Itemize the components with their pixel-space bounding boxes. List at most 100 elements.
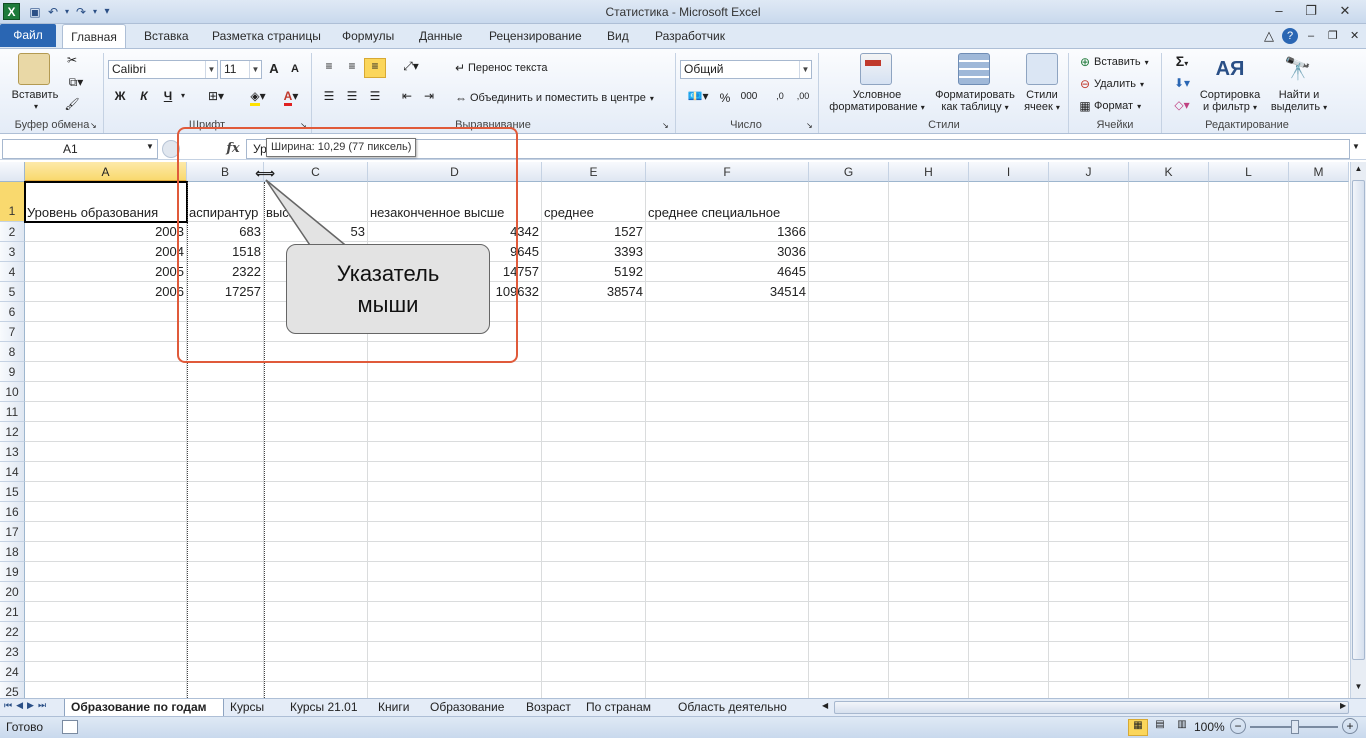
cell[interactable] [542,542,646,562]
cell[interactable] [187,622,264,642]
fill-icon[interactable]: ⬇▾ [1168,76,1196,90]
cell[interactable] [187,562,264,582]
cell[interactable] [542,662,646,682]
cell[interactable] [368,562,542,582]
zoom-in-button[interactable]: + [1342,718,1358,734]
decrease-decimal-button[interactable]: ,00 [792,91,814,101]
cell[interactable] [646,602,809,622]
cell[interactable] [1129,462,1209,482]
cell[interactable] [187,642,264,662]
cell[interactable] [809,422,889,442]
cell[interactable] [264,422,368,442]
cell[interactable] [969,182,1049,222]
zoom-out-button[interactable]: − [1230,718,1246,734]
cell[interactable] [1049,282,1129,302]
cell[interactable] [542,342,646,362]
cell[interactable] [889,462,969,482]
cell[interactable] [1049,402,1129,422]
cell[interactable] [889,542,969,562]
row-header-21[interactable]: 21 [0,602,25,622]
cell[interactable] [1129,342,1209,362]
cell[interactable] [368,382,542,402]
cell[interactable] [1209,442,1289,462]
scroll-down-icon[interactable]: ▼ [1352,682,1365,696]
cell[interactable] [1209,302,1289,322]
column-header-j[interactable]: J [1049,162,1129,182]
tab-review[interactable]: Рецензирование [487,24,584,48]
cell[interactable] [25,662,187,682]
vertical-scroll-thumb[interactable] [1352,180,1365,660]
row-header-22[interactable]: 22 [0,622,25,642]
cell[interactable] [264,642,368,662]
cell[interactable] [187,582,264,602]
tab-page-layout[interactable]: Разметка страницы [210,24,323,48]
number-launcher-icon[interactable]: ↘ [806,121,813,130]
cell[interactable] [25,402,187,422]
decrease-indent-icon[interactable]: ⇤ [398,89,416,103]
autosum-icon[interactable]: Σ▾ [1168,53,1196,69]
cell[interactable] [1289,362,1349,382]
cell[interactable] [1129,582,1209,602]
cell[interactable] [264,522,368,542]
cell[interactable] [1049,342,1129,362]
row-header-1[interactable]: 1 [0,182,25,222]
cell[interactable] [1129,302,1209,322]
cell[interactable] [187,522,264,542]
cell[interactable] [264,662,368,682]
row-header-3[interactable]: 3 [0,242,25,262]
cell[interactable] [889,362,969,382]
row-header-5[interactable]: 5 [0,282,25,302]
cell[interactable] [1289,422,1349,442]
help-icon[interactable]: ? [1282,28,1298,44]
cell[interactable] [542,362,646,382]
cell[interactable] [1129,262,1209,282]
format-as-table-button[interactable]: Форматировать как таблицу ▾ [930,89,1020,114]
cell[interactable] [1289,502,1349,522]
clipboard-launcher-icon[interactable]: ↘ [90,121,97,130]
sort-filter-icon[interactable]: AЯ [1214,53,1246,85]
tab-file[interactable]: Файл [0,24,56,47]
cell[interactable] [368,582,542,602]
find-select-icon[interactable]: 🔭 [1282,53,1314,85]
align-right-icon[interactable]: ☰ [366,89,384,103]
cell[interactable] [889,222,969,242]
cell[interactable] [809,562,889,582]
cell[interactable] [1049,442,1129,462]
cell[interactable] [1289,562,1349,582]
paste-dropdown-icon[interactable]: ▾ [26,101,46,113]
cell[interactable] [1209,282,1289,302]
cell[interactable] [187,482,264,502]
cell[interactable] [809,342,889,362]
sheet-nav-icons[interactable]: ⏮◀▶⏭ [4,700,64,711]
underline-button[interactable]: Ч [160,89,176,103]
font-name-combo[interactable]: Calibri ▼ [108,60,218,79]
cell[interactable] [889,442,969,462]
cell[interactable] [889,322,969,342]
cell[interactable] [1209,502,1289,522]
cell[interactable] [889,662,969,682]
vertical-scrollbar[interactable]: ▲ ▼ [1350,162,1366,700]
cell[interactable] [1289,662,1349,682]
formula-bar-expand-icon[interactable]: ▼ [1352,142,1360,151]
cell[interactable] [187,542,264,562]
cell[interactable] [809,382,889,402]
cell[interactable] [264,382,368,402]
cell[interactable] [646,482,809,502]
cell[interactable] [1129,482,1209,502]
cell[interactable] [542,382,646,402]
cell[interactable] [25,302,187,322]
fill-color-icon[interactable]: ◈▾ [244,89,272,106]
minimize-button[interactable]: ‒ [1266,2,1292,21]
shrink-font-icon[interactable]: A [288,63,302,75]
cell[interactable] [969,562,1049,582]
cell[interactable] [1289,442,1349,462]
column-header-i[interactable]: I [969,162,1049,182]
cell[interactable] [368,362,542,382]
cell[interactable] [969,622,1049,642]
format-cells-button[interactable]: ▦ Формат ▾ [1076,99,1141,113]
row-header-4[interactable]: 4 [0,262,25,282]
cell[interactable] [889,562,969,582]
cell[interactable] [25,462,187,482]
cell[interactable] [264,462,368,482]
cell[interactable] [1209,582,1289,602]
